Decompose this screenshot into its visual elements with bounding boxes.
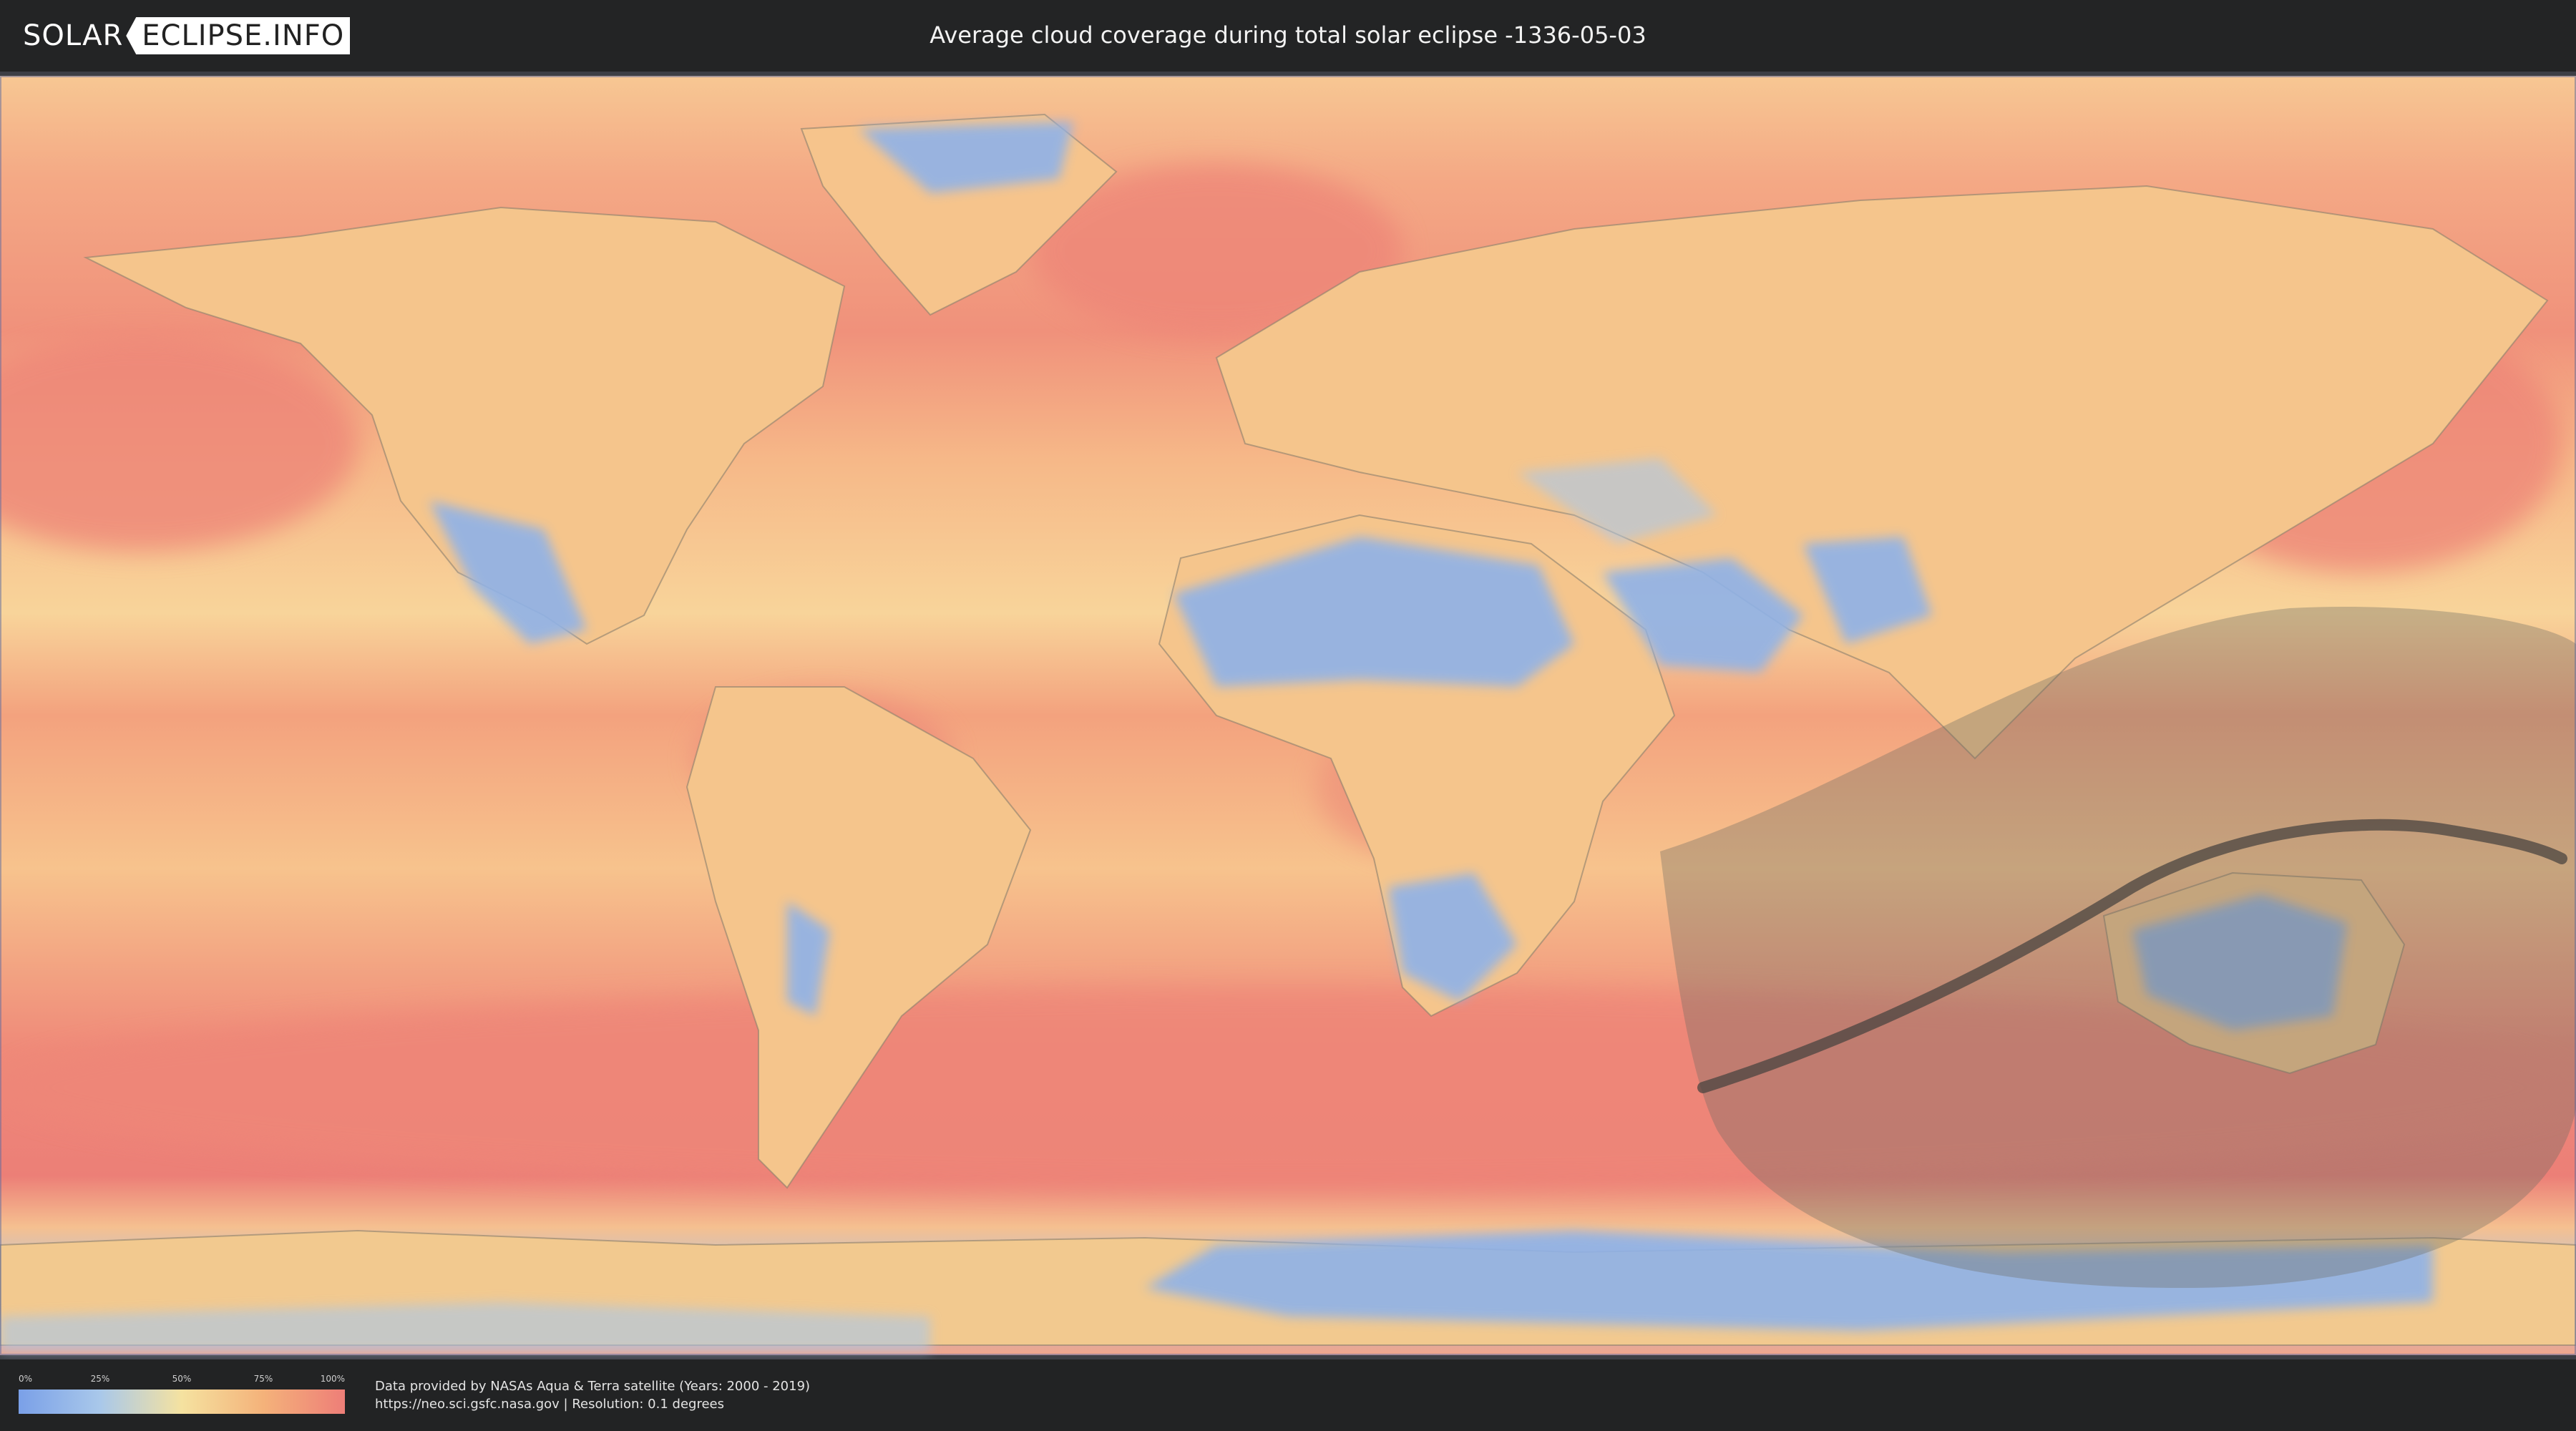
- cloud-coverage-legend: 0% 25% 50% 75% 100%: [19, 1374, 345, 1414]
- legend-tick: 75%: [253, 1374, 273, 1384]
- legend-tick: 100%: [320, 1374, 345, 1384]
- legend-tick: 25%: [90, 1374, 110, 1384]
- legend-ticks: 0% 25% 50% 75% 100%: [19, 1374, 345, 1385]
- header-bar: SOLAR ECLIPSE.INFO Average cloud coverag…: [0, 0, 2576, 72]
- credits-line-source: Data provided by NASAs Aqua & Terra sate…: [375, 1379, 811, 1394]
- cloud-coverage-map[interactable]: [0, 72, 2576, 1359]
- credits-line-url: https://neo.sci.gsfc.nasa.gov | Resoluti…: [375, 1397, 724, 1412]
- map-canvas: [0, 76, 2576, 1355]
- legend-tick: 50%: [172, 1374, 192, 1384]
- page-title: Average cloud coverage during total sola…: [930, 21, 1646, 49]
- legend-tick: 0%: [19, 1374, 33, 1384]
- data-credits: Data provided by NASAs Aqua & Terra sate…: [375, 1377, 810, 1413]
- legend-color-bar: [19, 1390, 345, 1414]
